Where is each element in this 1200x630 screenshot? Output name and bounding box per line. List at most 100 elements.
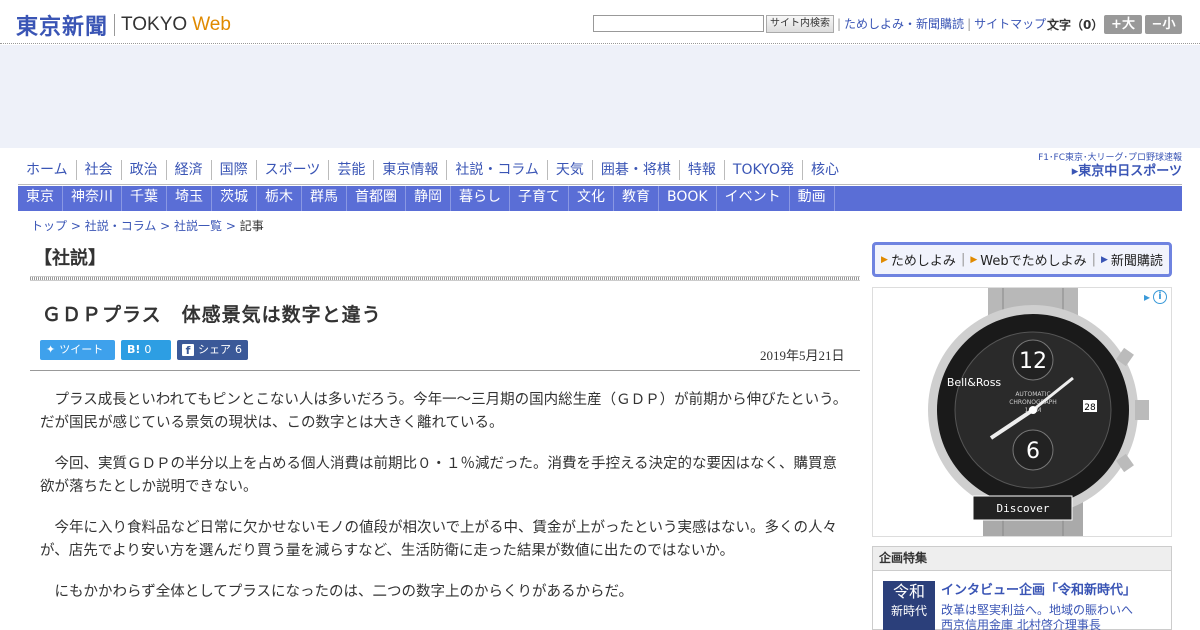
main-nav-item[interactable]: 核心 <box>803 160 847 180</box>
article-paragraph: プラス成長といわれてもピンとこない人は多いだろう。今年一～三月期の国内総生産（Ｇ… <box>40 392 848 431</box>
region-nav-item[interactable]: 茨城 <box>212 186 257 211</box>
main-nav-item[interactable]: 東京情報 <box>374 160 448 180</box>
web-trial-link[interactable]: Webでためしよみ <box>980 250 1086 269</box>
breadcrumb-sep: > <box>67 219 85 233</box>
region-nav-item[interactable]: イベント <box>717 186 790 211</box>
logo-english: TOKYO <box>121 14 188 35</box>
trial-subscribe-link[interactable]: ためしよみ・新聞購読 <box>844 16 964 32</box>
nav-divider <box>18 184 1182 185</box>
breadcrumb: トップ > 社説・コラム > 社説一覧 > 記事 <box>31 217 264 234</box>
header-links: | ためしよみ・新聞購読 | サイトマップ | <box>834 16 1056 32</box>
reiwa-logo[interactable]: 令和 新時代 <box>883 581 935 630</box>
svg-text:6: 6 <box>1026 439 1040 464</box>
article-paragraph: 今年に入り食料品など日常に欠かせないモノの値段が相次いで上がる中、賃金が上がった… <box>40 520 838 559</box>
ad-close-icon[interactable]: ▸ <box>1144 290 1150 304</box>
feature-subtitle-line: 西京信用金庫 北村啓介理事長 <box>941 618 1101 630</box>
main-nav-item[interactable]: TOKYO発 <box>725 160 803 180</box>
breadcrumb-sep: > <box>156 219 175 233</box>
feature-box: 企画特集 令和 新時代 インタビュー企画「令和新時代」 改革は堅実利益へ。地域の… <box>872 546 1172 630</box>
region-nav-item[interactable]: 東京 <box>18 186 63 211</box>
font-larger-button[interactable]: +大 <box>1104 15 1142 34</box>
article-date: 2019年5月21日 <box>760 348 845 363</box>
section-label: 【社説】 <box>34 248 106 269</box>
region-nav-item[interactable]: BOOK <box>659 186 717 211</box>
watch-ad[interactable]: 12 6 Bell&Ross AUTOMATIC CHRONOGRAPH 100… <box>872 287 1172 537</box>
region-nav-item[interactable]: 埼玉 <box>167 186 212 211</box>
reiwa-logo-line2: 新時代 <box>890 604 927 618</box>
sitemap-link[interactable]: サイトマップ <box>974 16 1046 32</box>
site-search-button[interactable]: サイト内検索 <box>766 15 834 33</box>
main-nav-item[interactable]: 社説・コラム <box>447 160 548 180</box>
region-nav-item[interactable]: 群馬 <box>302 186 347 211</box>
main-nav-item[interactable]: 国際 <box>212 160 257 180</box>
font-smaller-button[interactable]: −小 <box>1145 15 1182 34</box>
chunichi-tagline: F1･FC東京･大リーグ･プロ野球速報 <box>1038 153 1182 163</box>
chunichi-sports-link[interactable]: F1･FC東京･大リーグ･プロ野球速報 ▸東京中日スポーツ <box>1026 153 1182 180</box>
logo-web: Web <box>192 14 231 35</box>
watch-image: 12 6 Bell&Ross AUTOMATIC CHRONOGRAPH 100… <box>928 288 1149 536</box>
region-nav: 東京 神奈川 千葉 埼玉 茨城 栃木 群馬 首都圏 静岡 暮らし 子育て 文化 教育 BOOK イベント 動画 <box>18 186 1182 211</box>
region-nav-item[interactable]: 教育 <box>614 186 659 211</box>
region-nav-item[interactable]: 栃木 <box>257 186 302 211</box>
facebook-share-button[interactable]: f シェア 6 <box>177 340 248 360</box>
arrow-right-icon: ▶ <box>1100 254 1108 265</box>
discover-button[interactable]: Discover <box>997 502 1050 515</box>
link-divider: | <box>1091 252 1096 267</box>
chunichi-logo: ▸東京中日スポーツ <box>1071 164 1182 179</box>
ad-info-icon[interactable]: i <box>1153 290 1167 304</box>
hatena-bookmark-button[interactable]: B! 0 <box>121 340 171 360</box>
article-divider <box>30 370 860 371</box>
link-divider: | <box>837 17 842 31</box>
region-nav-item[interactable]: 子育て <box>510 186 569 211</box>
main-nav-item[interactable]: 囲碁・将棋 <box>593 160 680 180</box>
main-nav-item[interactable]: 天気 <box>548 160 593 180</box>
logo-divider <box>114 14 116 36</box>
article-body: プラス成長といわれてもピンとこない人は多いだろう。今年一～三月期の国内総生産（Ｇ… <box>40 389 848 622</box>
font-size-label: 文字（0） <box>1047 18 1104 32</box>
main-nav-item[interactable]: 芸能 <box>329 160 375 180</box>
reiwa-logo-line1: 令和 <box>892 582 925 601</box>
feature-title-link[interactable]: インタビュー企画「令和新時代」 <box>941 579 1136 598</box>
arrow-right-icon: ▶ <box>881 254 888 265</box>
search-input[interactable] <box>593 15 764 32</box>
top-ad-banner <box>0 45 1200 148</box>
region-nav-item[interactable]: 文化 <box>569 186 614 211</box>
main-nav-item[interactable]: 社会 <box>77 160 122 180</box>
main-nav-item[interactable]: ホーム <box>18 160 77 180</box>
region-nav-item[interactable]: 動画 <box>790 186 835 211</box>
trial-read-link[interactable]: ためしよみ <box>891 250 956 269</box>
watch-dial-text: AUTOMATIC <box>1015 391 1050 398</box>
subscribe-box: ▶ ためしよみ | ▶ Webでためしよみ | ▶ 新聞購読 <box>872 242 1172 277</box>
main-nav-item[interactable]: 特報 <box>680 160 725 180</box>
main-nav-item[interactable]: 経済 <box>167 160 212 180</box>
site-logo[interactable]: 東京新聞 TOKYO Web <box>16 9 231 41</box>
hatena-count: 0 <box>144 343 152 356</box>
region-nav-item[interactable]: 千葉 <box>122 186 167 211</box>
link-divider: | <box>967 17 972 31</box>
subscribe-link[interactable]: 新聞購読 <box>1111 250 1163 269</box>
svg-text:12: 12 <box>1019 349 1047 374</box>
article-paragraph: 今回、実質ＧＤＰの半分以上を占める個人消費は前期比０・１％減だった。消費を手控え… <box>40 456 838 495</box>
main-nav-item[interactable]: スポーツ <box>257 160 330 180</box>
region-nav-item[interactable]: 首都圏 <box>347 186 406 211</box>
section-rule <box>30 276 860 281</box>
feature-heading: 企画特集 <box>873 547 1171 571</box>
logo-japanese: 東京新聞 <box>16 14 109 40</box>
facebook-icon: f <box>182 344 194 357</box>
region-nav-item[interactable]: 静岡 <box>406 186 451 211</box>
feature-subtitle[interactable]: 改革は堅実利益へ。地域の賑わいへ 西京信用金庫 北村啓介理事長 <box>941 603 1169 630</box>
site-header: 東京新聞 TOKYO Web サイト内検索 | ためしよみ・新聞購読 | サイト… <box>0 0 1200 44</box>
main-nav-item[interactable]: 政治 <box>122 160 167 180</box>
region-nav-item[interactable]: 暮らし <box>451 186 510 211</box>
breadcrumb-sep: > <box>222 219 240 233</box>
watch-brand-text: Bell&Ross <box>947 376 1002 389</box>
twitter-icon: ✦ <box>46 343 56 356</box>
main-nav: ホーム 社会 政治 経済 国際 スポーツ 芸能 東京情報 社説・コラム 天気 囲碁・将棋 特報 TOKY… <box>18 160 847 180</box>
tweet-button[interactable]: ✦ ツイート <box>40 340 115 360</box>
breadcrumb-editorial[interactable]: 社説・コラム <box>85 219 157 233</box>
article-title: ＧＤＰプラス 体感景気は数字と違う <box>42 304 382 326</box>
breadcrumb-editorial-list[interactable]: 社説一覧 <box>174 219 222 233</box>
feature-subtitle-line: 改革は堅実利益へ。地域の賑わいへ <box>941 603 1134 617</box>
breadcrumb-top[interactable]: トップ <box>31 219 67 233</box>
region-nav-item[interactable]: 神奈川 <box>63 186 122 211</box>
